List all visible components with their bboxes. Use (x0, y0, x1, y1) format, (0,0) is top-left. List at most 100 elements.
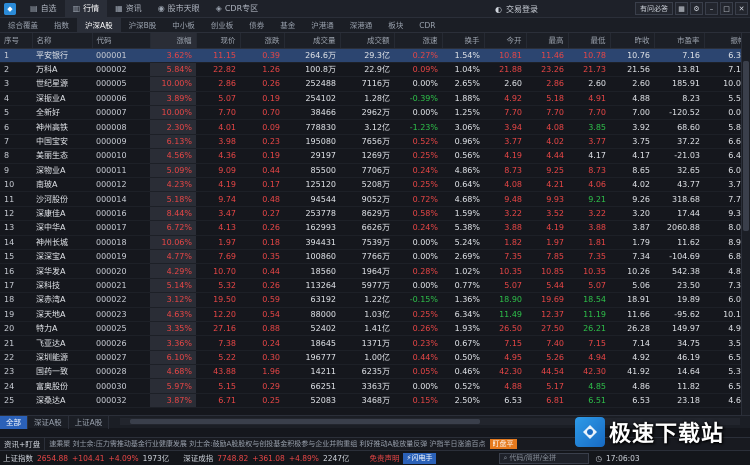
vertical-scrollbar[interactable] (741, 33, 750, 415)
cell-1[interactable]: 万科A (32, 62, 92, 78)
subtab-5[interactable]: 创业板 (203, 18, 242, 33)
gear-icon[interactable]: ⚙ (690, 2, 703, 15)
help-button[interactable]: 有问必答 (635, 2, 673, 15)
cell-1[interactable]: 飞亚达A (32, 335, 92, 351)
table-row[interactable]: 1 平安银行 000001 3.62% 11.15 0.39 264.6万 29.3亿 0.27… (0, 48, 750, 63)
cell-1[interactable]: 富奥股份 (32, 378, 92, 394)
subtab-3[interactable]: 沪深B股 (121, 18, 165, 33)
cell-1[interactable]: 中国宝安 (32, 134, 92, 150)
table-row[interactable]: 23 国药一致 000028 4.68% 43.88 1.96 14211 6235万 0.05… (0, 364, 750, 380)
table-row[interactable]: 18 深赤湾A 000022 3.12% 19.50 0.59 63192 1.22亿 -0.1… (0, 292, 750, 308)
table-row[interactable]: 16 深华发A 000020 4.29% 10.70 0.44 18560 1964万 0.28… (0, 263, 750, 279)
table-row[interactable]: 8 美丽生态 000010 4.56% 4.36 0.19 29197 1269万 0.25% 0… (0, 148, 750, 164)
table-row[interactable]: 11 沙河股份 000014 5.18% 9.74 0.48 94544 9052万 0.72%… (0, 191, 750, 207)
table-row[interactable]: 10 南玻A 000012 4.23% 4.19 0.17 125120 5208万 0.25%… (0, 177, 750, 193)
cell-1[interactable]: 神州高铁 (32, 119, 92, 135)
table-row[interactable]: 7 中国宝安 000009 6.13% 3.98 0.23 195080 7656万 0.52%… (0, 134, 750, 150)
table-row[interactable]: 6 神州高铁 000008 2.30% 4.01 0.09 778830 3.12亿 -1.23… (0, 119, 750, 135)
sz-index[interactable]: 深证成指 7748.82 +361.08 +4.89% 2247亿 (180, 453, 352, 464)
subtab-0[interactable]: 综合覆盖 (0, 18, 46, 33)
subtab-11[interactable]: CDR (411, 18, 443, 33)
subtab-7[interactable]: 基金 (272, 18, 303, 33)
table-row[interactable]: 2 万科A 000002 5.84% 22.82 1.26 100.8万 22.9亿 0.09%… (0, 62, 750, 78)
col-header-9[interactable]: 换手 (442, 33, 485, 49)
cell-1[interactable]: 深康佳A (32, 206, 92, 222)
col-header-10[interactable]: 今开 (484, 33, 527, 49)
main-tab-3[interactable]: ◉ 股市天眼 (150, 0, 208, 18)
cell-1[interactable]: 深天地A (32, 307, 92, 322)
bottom-tab-2[interactable]: 上证A股 (69, 415, 110, 429)
col-header-7[interactable]: 成交额 (340, 33, 395, 49)
cell-1[interactable]: 美丽生态 (32, 148, 92, 164)
cell-1[interactable]: 南玻A (32, 177, 92, 193)
news-badge[interactable]: 盯盘平 (489, 439, 517, 449)
search-box[interactable]: ⌕ 代码/简拼/全拼 (496, 452, 592, 464)
cell-1[interactable]: 深振业A (32, 91, 92, 107)
table-row[interactable]: 24 富奥股份 000030 5.97% 5.15 0.29 66251 3363万 0.00%… (0, 378, 750, 394)
col-header-11[interactable]: 最高 (526, 33, 569, 49)
table-row[interactable]: 5 全新好 000007 10.00% 7.70 0.70 38466 2962万 0.00% 1… (0, 105, 750, 121)
table-row[interactable]: 21 飞亚达A 000026 3.36% 7.38 0.24 18645 1371万 0.23%… (0, 335, 750, 351)
col-header-12[interactable]: 最低 (568, 33, 611, 49)
hscroll-thumb[interactable] (130, 419, 480, 424)
sh-index[interactable]: 上证指数 2654.88 +104.41 +4.09% 1973亿 (0, 453, 172, 464)
table-row[interactable]: 12 深康佳A 000016 8.44% 3.47 0.27 253778 8629万 0.58… (0, 206, 750, 222)
table-row[interactable]: 4 深振业A 000006 3.89% 5.07 0.19 254102 1.28亿 -0.39… (0, 91, 750, 107)
trade-login-button[interactable]: ◐ 交易登录 (495, 0, 538, 18)
col-header-13[interactable]: 昨收 (610, 33, 655, 49)
news-text[interactable]: 速乘聚 刘士余:压力需推动基金行业健康发展 刘士余:鼓励A股股权与创投基金积极参… (45, 439, 485, 449)
table-row[interactable]: 9 深物业A 000011 5.09% 9.09 0.44 85500 7706万 0.24% 4… (0, 163, 750, 179)
cell-1[interactable]: 深科技 (32, 278, 92, 294)
main-tab-0[interactable]: ▤ 自选 (22, 0, 65, 18)
cell-1[interactable]: 全新好 (32, 105, 92, 121)
news-label[interactable]: 资讯+盯盘 (0, 438, 46, 450)
subtab-2[interactable]: 沪深A股 (77, 17, 121, 33)
close-icon[interactable]: ✕ (735, 2, 748, 15)
main-tab-1[interactable]: ▥ 行情 (64, 0, 108, 18)
subtab-10[interactable]: 板块 (380, 18, 411, 33)
table-row[interactable]: 25 深桑达A 000032 3.87% 6.71 0.25 52083 3468万 0.15%… (0, 393, 750, 409)
col-header-0[interactable]: 序号 (0, 33, 33, 49)
cell-1[interactable]: 深物业A (32, 163, 92, 179)
subtab-6[interactable]: 债券 (241, 18, 272, 33)
table-row[interactable]: 3 世纪星源 000005 10.00% 2.86 0.26 252488 7116万 0.00… (0, 76, 750, 92)
table-row[interactable]: 20 特力A 000025 3.35% 27.16 0.88 52402 1.41亿 0.26%… (0, 321, 750, 337)
main-tab-4[interactable]: ◈ CDR专区 (208, 0, 266, 18)
cell-1[interactable]: 深赤湾A (32, 292, 92, 308)
bottom-tab-0[interactable]: 全部 (0, 415, 28, 429)
cell-1[interactable]: 深圳能源 (32, 350, 92, 366)
minimize-icon[interactable]: – (705, 2, 718, 15)
cell-1[interactable]: 平安银行 (32, 48, 92, 63)
subtab-4[interactable]: 中小板 (164, 18, 203, 33)
cell-1[interactable]: 世纪星源 (32, 76, 92, 92)
table-row[interactable]: 19 深天地A 000023 4.63% 12.20 0.54 88000 1.03亿 0.25… (0, 307, 750, 322)
table-row[interactable]: 13 深中华A 000017 6.72% 4.13 0.26 162993 6626万 0.24… (0, 220, 750, 236)
col-header-14[interactable]: 市盈率 (654, 33, 705, 49)
cell-1[interactable]: 国药一致 (32, 364, 92, 380)
table-row[interactable]: 17 深科技 000021 5.14% 5.32 0.26 113264 5977万 0.00%… (0, 278, 750, 294)
scroll-thumb[interactable] (743, 61, 749, 231)
col-header-4[interactable]: 现价 (196, 33, 241, 49)
table-row[interactable]: 15 深深宝A 000019 4.77% 7.69 0.35 100860 7766万 0.00… (0, 249, 750, 265)
cell-1[interactable]: 深华发A (32, 263, 92, 279)
cell-1[interactable]: 深中华A (32, 220, 92, 236)
cell-1[interactable]: 沙河股份 (32, 191, 92, 207)
col-header-3[interactable]: 涨幅 (150, 33, 197, 49)
subtab-8[interactable]: 沪港通 (303, 18, 342, 33)
disclaimer-link[interactable]: 免责声明 (367, 453, 403, 464)
flash-trade-button[interactable]: ⚡ 闪电手 (402, 452, 437, 464)
col-header-8[interactable]: 涨速 (394, 33, 443, 49)
subtab-1[interactable]: 指数 (46, 18, 77, 33)
cell-1[interactable]: 深深宝A (32, 249, 92, 265)
cell-1[interactable]: 神州长城 (32, 235, 92, 250)
col-header-5[interactable]: 涨跌 (240, 33, 285, 49)
table-row[interactable]: 22 深圳能源 000027 6.10% 5.22 0.30 196777 1.00亿 0.44… (0, 350, 750, 366)
bottom-tab-1[interactable]: 深证A股 (28, 415, 69, 429)
main-tab-2[interactable]: ▦ 资讯 (107, 0, 150, 18)
col-header-2[interactable]: 代码 (92, 33, 151, 49)
col-header-6[interactable]: 成交量 (284, 33, 341, 49)
cell-1[interactable]: 深桑达A (32, 393, 92, 409)
grid-icon[interactable]: ▦ (675, 2, 688, 15)
table-row[interactable]: 14 神州长城 000018 10.06% 1.97 0.18 394431 7539万 0.0… (0, 235, 750, 250)
col-header-1[interactable]: 名称 (32, 33, 93, 49)
